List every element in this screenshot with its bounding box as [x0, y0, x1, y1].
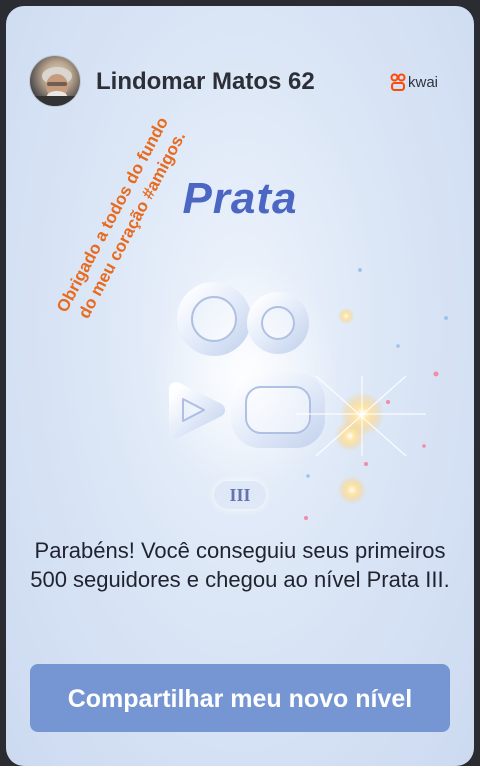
kwai-brand: kwai: [390, 73, 438, 91]
kwai-level-emblem-icon: [156, 261, 336, 486]
congratulations-message: Parabéns! Você conseguiu seus primeiros …: [30, 538, 450, 592]
share-new-level-button[interactable]: Compartilhar meu novo nível: [30, 664, 450, 732]
tier-badge: III: [214, 481, 266, 509]
level-name: Prata: [182, 174, 298, 223]
avatar[interactable]: [30, 56, 80, 106]
avatar-photo: [30, 67, 80, 106]
kwai-logo-icon: [390, 73, 406, 91]
username: Lindomar Matos 62: [96, 68, 315, 95]
brand-name: kwai: [407, 73, 438, 91]
card-header: Lindomar Matos 62 kwai: [6, 6, 474, 146]
level-up-card: Lindomar Matos 62 kwai Prata III Obrigad…: [6, 6, 474, 766]
